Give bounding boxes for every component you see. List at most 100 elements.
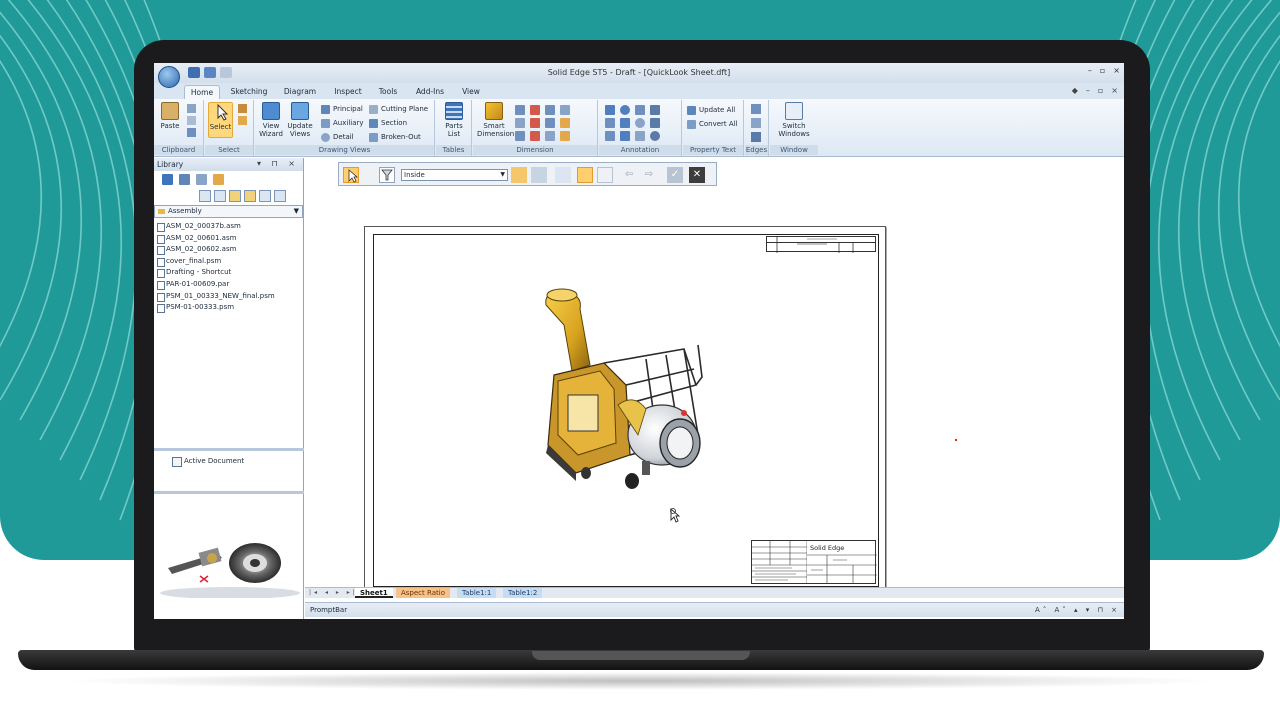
list-item[interactable]: ASM_02_00602.asm xyxy=(155,244,302,256)
dimension-style-icon[interactable] xyxy=(545,118,555,128)
bookmark-icon[interactable] xyxy=(162,174,173,185)
view-details-icon[interactable] xyxy=(259,190,271,202)
tab-sketching[interactable]: Sketching xyxy=(228,85,270,99)
query-icon[interactable] xyxy=(238,116,247,125)
application-button[interactable] xyxy=(158,66,180,88)
tab-tools[interactable]: Tools xyxy=(376,85,400,99)
next-arrow-icon[interactable]: ⇨ xyxy=(641,167,657,183)
copy-icon[interactable] xyxy=(187,116,196,125)
tab-view[interactable]: View xyxy=(458,85,484,99)
tab-inspect[interactable]: Inspect xyxy=(330,85,366,99)
bolt-hole-circle-icon[interactable] xyxy=(635,131,645,141)
accept-check-icon[interactable]: ✓ xyxy=(667,167,683,183)
doc-restore-button[interactable]: ▫ xyxy=(1098,86,1103,95)
balloon-icon[interactable] xyxy=(620,105,630,115)
tab-sheet1[interactable]: Sheet1 xyxy=(355,588,393,598)
view-list-icon[interactable] xyxy=(199,190,211,202)
cut-icon[interactable] xyxy=(187,104,196,113)
filter-icon[interactable] xyxy=(196,174,207,185)
text-icon[interactable] xyxy=(650,118,660,128)
callout-icon[interactable] xyxy=(635,105,645,115)
selection-filter-button[interactable] xyxy=(379,167,395,183)
feature-control-frame-icon[interactable] xyxy=(650,105,660,115)
chamfer-dimension-icon[interactable] xyxy=(515,118,525,128)
list-item[interactable]: ASM_02_00037b.asm xyxy=(155,221,302,233)
find-icon[interactable] xyxy=(179,174,190,185)
tab-diagram[interactable]: Diagram xyxy=(280,85,320,99)
update-views-button[interactable]: Update Views xyxy=(287,102,313,138)
list-item[interactable]: PSM_01_00333_NEW_final.psm xyxy=(155,291,302,303)
select-by-type-button[interactable] xyxy=(555,167,571,183)
show-edges-icon[interactable] xyxy=(751,104,761,114)
principal-button[interactable]: Principal xyxy=(321,103,363,116)
pane-splitter[interactable] xyxy=(154,448,304,451)
dimension-group-icon[interactable] xyxy=(545,131,555,141)
rectangle-select-button[interactable] xyxy=(577,167,593,183)
distance-between-icon[interactable] xyxy=(515,105,525,115)
angular-coordinate-icon[interactable] xyxy=(530,118,540,128)
weld-symbol-icon[interactable] xyxy=(620,118,630,128)
assembly-model-view[interactable] xyxy=(534,285,714,515)
cancel-close-icon[interactable]: ✕ xyxy=(689,167,705,183)
list-item[interactable]: PSM-01-00333.psm xyxy=(155,302,302,314)
doc-minimize-button[interactable]: – xyxy=(1086,86,1090,95)
folder-dropdown[interactable]: Assembly ▼ xyxy=(154,205,303,218)
select-tool-button[interactable] xyxy=(343,167,359,183)
maximize-button[interactable]: ▫ xyxy=(1100,66,1105,75)
search-icon[interactable] xyxy=(274,190,286,202)
hide-edges-icon[interactable] xyxy=(751,118,761,128)
minimize-button[interactable]: – xyxy=(1088,66,1092,75)
tab-home[interactable]: Home xyxy=(184,85,220,99)
view-wizard-button[interactable]: View Wizard xyxy=(258,102,284,138)
paste-button[interactable]: Paste xyxy=(157,102,183,130)
prompt-bar-controls[interactable]: A˄ A˅ ▴ ▾ ⊓ × xyxy=(1035,603,1120,617)
tab-table1-2[interactable]: Table1:2 xyxy=(503,588,543,598)
center-line-icon[interactable] xyxy=(650,131,660,141)
broken-out-button[interactable]: Broken-Out xyxy=(369,131,421,144)
polygon-select-button[interactable] xyxy=(597,167,613,183)
edge-condition-icon[interactable] xyxy=(620,131,630,141)
list-item[interactable]: Drafting - Shortcut xyxy=(155,267,302,279)
leader-icon[interactable] xyxy=(605,105,615,115)
drawing-canvas[interactable]: Inside ▼ ⇦ ⇨ ✓ ✕ Solid Edge xyxy=(305,158,1124,588)
copy-attributes-icon[interactable] xyxy=(560,118,570,128)
selection-mode-select[interactable]: Inside ▼ xyxy=(401,169,508,181)
cutting-plane-button[interactable]: Cutting Plane xyxy=(369,103,428,116)
back-icon[interactable] xyxy=(214,190,226,202)
auxiliary-button[interactable]: Auxiliary xyxy=(321,117,364,130)
edge-painter-icon[interactable] xyxy=(751,132,761,142)
previous-arrow-icon[interactable]: ⇦ xyxy=(621,167,637,183)
section-button[interactable]: Section xyxy=(369,117,407,130)
up-folder-icon[interactable] xyxy=(229,190,241,202)
switch-windows-button[interactable]: Switch Windows xyxy=(776,102,812,138)
parts-list-button[interactable]: Parts List xyxy=(441,102,467,138)
list-item[interactable]: PAR-01-00609.par xyxy=(155,279,302,291)
tab-add-ins[interactable]: Add-Ins xyxy=(412,85,448,99)
symmetric-diameter-icon[interactable] xyxy=(560,105,570,115)
help-icon[interactable]: ◆ xyxy=(1072,86,1078,95)
angle-between-icon[interactable] xyxy=(530,105,540,115)
list-item[interactable]: ASM_02_00601.asm xyxy=(155,233,302,245)
new-folder-icon[interactable] xyxy=(244,190,256,202)
tab-aspect-ratio[interactable]: Aspect Ratio xyxy=(396,588,450,598)
select-tools-icon[interactable] xyxy=(238,104,247,113)
convert-all-button[interactable]: Convert All xyxy=(687,118,738,131)
preview-splitter[interactable] xyxy=(154,491,304,494)
drawing-sheet[interactable]: Solid Edge xyxy=(364,226,886,588)
select-in-view-button[interactable] xyxy=(531,167,547,183)
update-all-button[interactable]: Update All xyxy=(687,104,735,117)
refresh-icon[interactable] xyxy=(213,174,224,185)
tab-table1-1[interactable]: Table1:1 xyxy=(457,588,497,598)
dimension-prefix-icon[interactable] xyxy=(560,131,570,141)
active-document-node[interactable]: Active Document xyxy=(172,457,244,467)
select-button[interactable]: Select xyxy=(208,102,233,138)
select-all-button[interactable] xyxy=(511,167,527,183)
detail-button[interactable]: Detail xyxy=(321,131,354,144)
center-mark-icon[interactable] xyxy=(635,118,645,128)
library-pane-controls[interactable]: ▾ ⊓ × xyxy=(257,159,299,168)
retrieve-dimensions-icon[interactable] xyxy=(530,131,540,141)
smart-dimension-button[interactable]: Smart Dimension xyxy=(477,102,514,138)
sheet-nav-arrows[interactable]: |◂ ◂ ▸ ▸| xyxy=(309,588,358,598)
doc-close-button[interactable]: × xyxy=(1111,86,1118,95)
close-button[interactable]: × xyxy=(1113,66,1120,75)
